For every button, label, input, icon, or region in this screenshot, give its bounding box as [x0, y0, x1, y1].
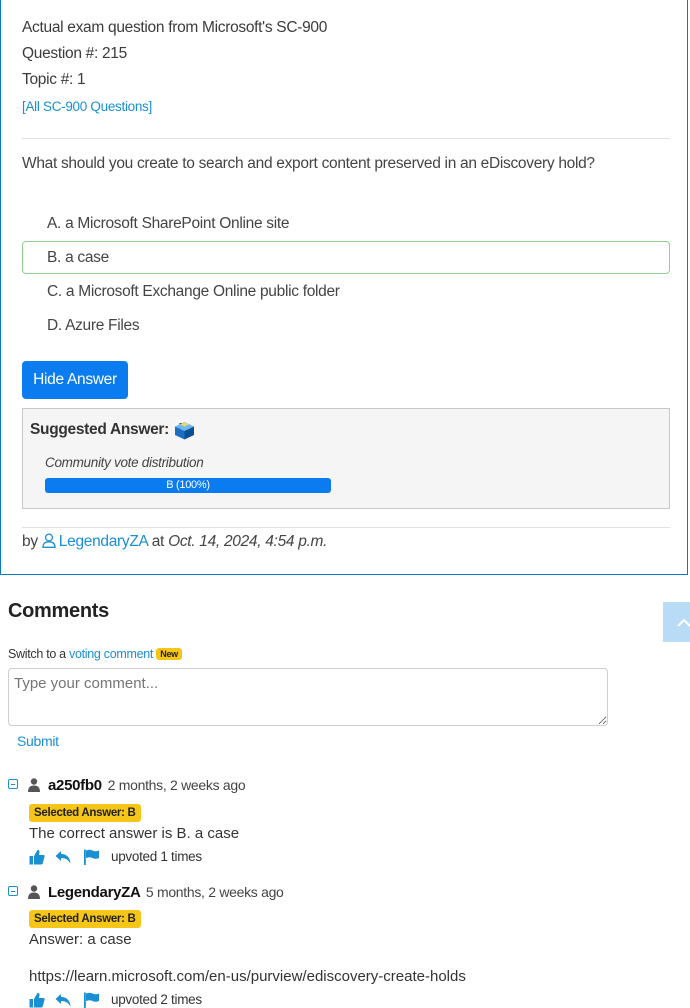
- choice-a[interactable]: A. a Microsoft SharePoint Online site: [22, 207, 670, 240]
- switch-comment-type: Switch to a voting comment New: [8, 647, 182, 661]
- comment-link: https://learn.microsoft.com/en-us/purvie…: [29, 968, 466, 985]
- answer-box: Suggested Answer: B Community vote distr…: [22, 408, 670, 509]
- vote-distribution-label: Community vote distribution: [45, 455, 203, 470]
- thumbs-up-icon[interactable]: [29, 992, 45, 1008]
- choice-text: a Microsoft SharePoint Online site: [65, 215, 289, 232]
- choice-text: Azure Files: [65, 317, 139, 334]
- byline-user: LegendaryZA: [59, 533, 148, 550]
- choice-text: a Microsoft Exchange Online public folde…: [66, 283, 340, 300]
- switch-text: Switch to a: [8, 647, 66, 661]
- topic-number: Topic #: 1: [22, 71, 85, 89]
- question-number: Question #: 215: [22, 45, 127, 63]
- comment-author-name: LegendaryZA: [48, 884, 140, 901]
- selected-answer-badge: Selected Answer: B: [29, 804, 141, 822]
- all-questions-link[interactable]: [All SC-900 Questions]: [22, 99, 152, 114]
- voting-comment-link[interactable]: voting comment: [69, 647, 153, 661]
- choice-letter: A.: [47, 215, 61, 232]
- comment-text: The correct answer is B. a case: [29, 825, 239, 842]
- divider: [22, 138, 670, 139]
- user-outline-icon: [42, 533, 56, 548]
- scroll-to-top-button[interactable]: [663, 602, 690, 642]
- collapse-toggle-icon[interactable]: [8, 779, 18, 789]
- byline-at: at: [152, 533, 164, 550]
- user-icon: [28, 778, 40, 792]
- comment-time: 5 months, 2 weeks ago: [146, 884, 284, 900]
- user-icon: [28, 885, 40, 899]
- comment-author[interactable]: a250fb0 2 months, 2 weeks ago: [48, 777, 245, 794]
- comment-input[interactable]: [8, 668, 608, 726]
- new-badge: New: [156, 648, 182, 660]
- choice-letter: D.: [47, 317, 62, 334]
- byline-by: by: [22, 533, 38, 550]
- choice-b[interactable]: B. a case: [22, 241, 670, 274]
- upvote-count: upvoted 1 times: [111, 849, 202, 864]
- exam-source: Actual exam question from Microsoft's SC…: [22, 19, 327, 37]
- reply-icon[interactable]: [55, 992, 71, 1008]
- selected-answer-badge: Selected Answer: B: [29, 910, 141, 928]
- comments-title: Comments: [8, 600, 109, 623]
- suggested-answer: Suggested Answer: B: [30, 421, 187, 439]
- suggested-answer-label: Suggested Answer:: [30, 421, 169, 438]
- chevron-up-icon: [663, 602, 690, 642]
- question-text: What should you create to search and exp…: [22, 155, 595, 173]
- byline-user-link[interactable]: LegendaryZA: [42, 533, 152, 550]
- vote-cube-icon: [174, 421, 195, 440]
- vote-bar-fill: B (100%): [45, 478, 331, 493]
- comment-author-name: a250fb0: [48, 777, 102, 794]
- byline: by LegendaryZA at Oct. 14, 2024, 4:54 p.…: [22, 533, 327, 551]
- choice-text: a case: [65, 249, 109, 266]
- flag-icon[interactable]: [83, 849, 99, 865]
- flag-icon[interactable]: [83, 992, 99, 1008]
- comment-author[interactable]: LegendaryZA 5 months, 2 weeks ago: [48, 884, 284, 901]
- choice-c[interactable]: C. a Microsoft Exchange Online public fo…: [22, 275, 670, 308]
- choice-letter: B.: [47, 249, 61, 266]
- byline-date: Oct. 14, 2024, 4:54 p.m.: [168, 533, 327, 550]
- thumbs-up-icon[interactable]: [29, 849, 45, 865]
- submit-comment-button[interactable]: Submit: [17, 733, 59, 749]
- reply-icon[interactable]: [55, 849, 71, 865]
- choice-d[interactable]: D. Azure Files: [22, 309, 670, 342]
- divider: [22, 527, 670, 528]
- choice-letter: C.: [47, 283, 62, 300]
- comment-time: 2 months, 2 weeks ago: [108, 777, 246, 793]
- question-card: Actual exam question from Microsoft's SC…: [0, 0, 688, 575]
- vote-distribution-bar: B (100%): [45, 478, 331, 493]
- collapse-toggle-icon[interactable]: [8, 886, 18, 896]
- comment-text: Answer: a case: [29, 931, 132, 948]
- hide-answer-button[interactable]: Hide Answer: [22, 361, 128, 399]
